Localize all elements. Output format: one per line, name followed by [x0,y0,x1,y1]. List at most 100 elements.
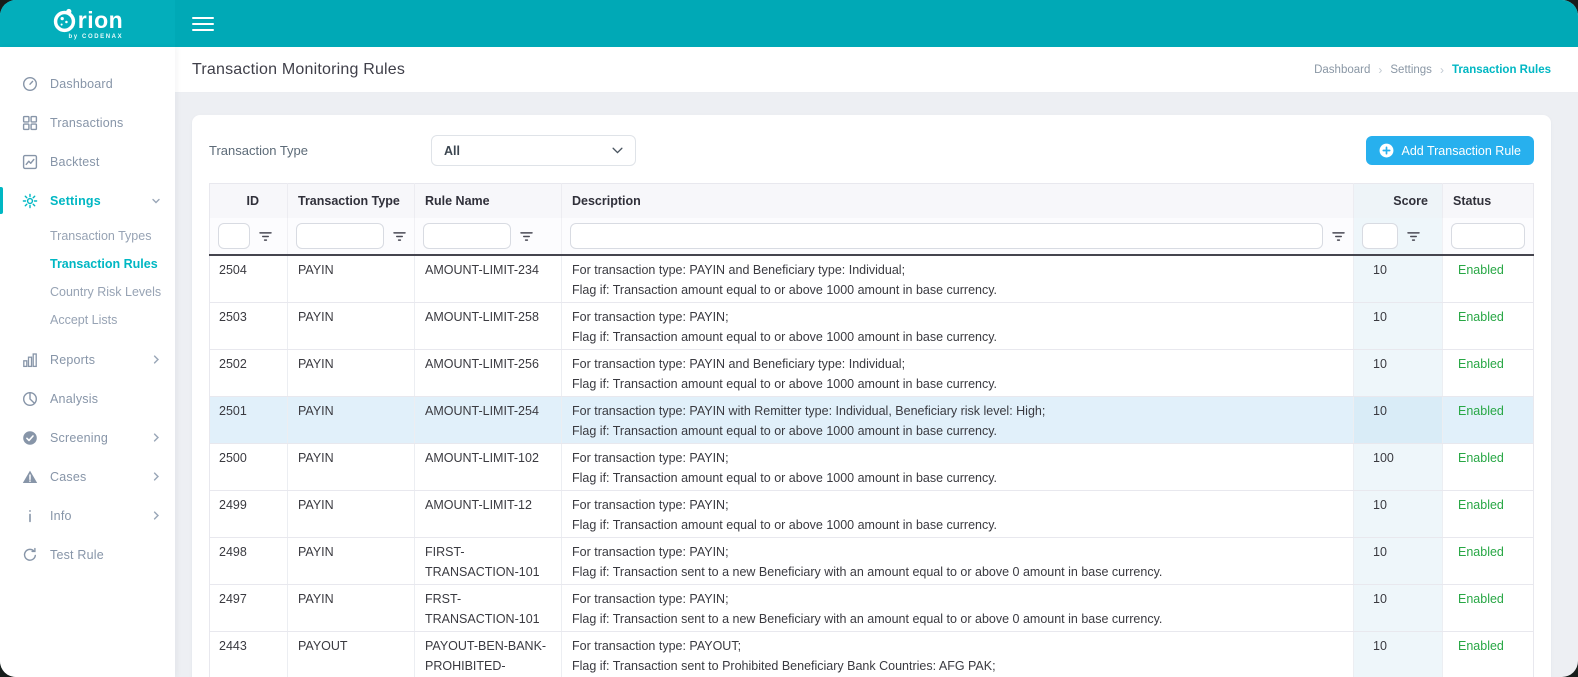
sidebar-item-accept-lists[interactable]: Accept Lists [0,306,175,334]
table-row[interactable]: 2443 PAYOUT PAYOUT-BEN-BANK-PROHIBITED- … [210,632,1534,677]
brand-logo[interactable]: rion by CODENAX [0,0,175,47]
main-area: Transaction Monitoring Rules Dashboard ›… [175,47,1578,677]
column-header-rule-name[interactable]: Rule Name [415,184,562,219]
column-header-transaction-type[interactable]: Transaction Type [288,184,415,219]
table-row[interactable]: 2503 PAYIN AMOUNT-LIMIT-258 For transact… [210,303,1534,350]
brand-name: rion [78,9,123,31]
chevron-down-icon [612,147,623,154]
table-row[interactable]: 2498 PAYIN FIRST-TRANSACTION-101 For tra… [210,538,1534,585]
rule-name-filter-input[interactable] [423,223,511,249]
description-line-2: Flag if: Transaction sent to a new Benef… [572,562,1343,582]
filter-icon[interactable] [1407,231,1420,242]
sidebar-item-transaction-types[interactable]: Transaction Types [0,222,175,250]
transaction-type-filter-input[interactable] [296,223,384,249]
cell-transaction-type: PAYIN [288,350,415,397]
breadcrumb-separator: › [1440,63,1444,77]
column-header-status[interactable]: Status [1443,184,1534,219]
description-line-2: Flag if: Transaction amount equal to or … [572,421,1343,441]
sidebar-item-transaction-rules[interactable]: Transaction Rules [0,250,175,278]
chevron-right-icon [152,511,161,520]
status-badge: Enabled [1443,350,1534,397]
column-header-id[interactable]: ID [210,184,288,219]
breadcrumb-current: Transaction Rules [1452,64,1551,76]
status-badge: Enabled [1443,303,1534,350]
description-line-2: Flag if: Transaction amount equal to or … [572,515,1343,535]
cell-id: 2443 [210,632,288,677]
sidebar-item-dashboard[interactable]: Dashboard [0,64,175,103]
sidebar-item-reports[interactable]: Reports [0,340,175,379]
sidebar-item-screening[interactable]: Screening [0,418,175,457]
status-badge: Enabled [1443,491,1534,538]
status-badge: Enabled [1443,255,1534,303]
filter-icon[interactable] [393,231,406,242]
cell-score: 10 [1354,303,1443,350]
description-line-1: For transaction type: PAYOUT; [572,636,1343,656]
table-row[interactable]: 2502 PAYIN AMOUNT-LIMIT-256 For transact… [210,350,1534,397]
table-row[interactable]: 2504 PAYIN AMOUNT-LIMIT-234 For transact… [210,255,1534,303]
sidebar-item-cases[interactable]: Cases [0,457,175,496]
cell-transaction-type: PAYOUT [288,632,415,677]
cell-transaction-type: PAYIN [288,491,415,538]
cell-score: 10 [1354,491,1443,538]
table-row[interactable]: 2501 PAYIN AMOUNT-LIMIT-254 For transact… [210,397,1534,444]
chevron-down-icon [151,196,161,206]
description-line-2: Flag if: Transaction amount equal to or … [572,468,1343,488]
description-line-1: For transaction type: PAYIN and Benefici… [572,260,1343,280]
column-header-description[interactable]: Description [562,184,1354,219]
status-filter-input[interactable] [1451,223,1525,249]
cell-description: For transaction type: PAYIN and Benefici… [562,350,1354,397]
table-header-row: ID Transaction Type Rule Name Descriptio… [210,184,1534,219]
description-line-1: For transaction type: PAYIN; [572,495,1343,515]
sidebar: Dashboard Transactions Backtest Settings [0,47,175,677]
menu-toggle-icon[interactable] [192,13,214,35]
cell-transaction-type: PAYIN [288,585,415,632]
warning-triangle-icon [21,468,38,485]
add-transaction-rule-button[interactable]: Add Transaction Rule [1366,136,1534,165]
column-header-score[interactable]: Score [1354,184,1443,219]
score-filter-input[interactable] [1362,223,1398,249]
sidebar-item-transactions[interactable]: Transactions [0,103,175,142]
cell-id: 2501 [210,397,288,444]
description-line-1: For transaction type: PAYIN with Remitte… [572,401,1343,421]
transaction-type-select[interactable]: All [431,135,636,166]
filter-icon[interactable] [259,231,272,242]
description-line-1: For transaction type: PAYIN; [572,542,1343,562]
cell-score: 100 [1354,444,1443,491]
info-icon [21,507,38,524]
sidebar-item-country-risk-levels[interactable]: Country Risk Levels [0,278,175,306]
cell-score: 10 [1354,538,1443,585]
select-value: All [444,144,460,158]
table-row[interactable]: 2497 PAYIN FRST-TRANSACTION-101 For tran… [210,585,1534,632]
cell-description: For transaction type: PAYIN; Flag if: Tr… [562,303,1354,350]
cell-rule-name: FRST-TRANSACTION-101 [415,585,562,632]
cell-description: For transaction type: PAYIN; Flag if: Tr… [562,538,1354,585]
sidebar-item-backtest[interactable]: Backtest [0,142,175,181]
sidebar-item-settings[interactable]: Settings [0,181,175,220]
description-line-1: For transaction type: PAYIN; [572,448,1343,468]
id-filter-input[interactable] [218,223,250,249]
cell-transaction-type: PAYIN [288,444,415,491]
table-row[interactable]: 2499 PAYIN AMOUNT-LIMIT-12 For transacti… [210,491,1534,538]
sidebar-item-analysis[interactable]: Analysis [0,379,175,418]
cell-description: For transaction type: PAYIN; Flag if: Tr… [562,444,1354,491]
transaction-type-label: Transaction Type [209,143,431,158]
table-row[interactable]: 2500 PAYIN AMOUNT-LIMIT-102 For transact… [210,444,1534,491]
description-line-2: Flag if: Transaction amount equal to or … [572,374,1343,394]
breadcrumb-settings[interactable]: Settings [1390,64,1432,76]
description-line-2: Flag if: Transaction amount equal to or … [572,327,1343,347]
filter-icon[interactable] [520,231,533,242]
sidebar-item-test-rule[interactable]: Test Rule [0,535,175,574]
toolbar: Transaction Type All Add Transaction Rul… [209,135,1534,166]
breadcrumb-dashboard[interactable]: Dashboard [1314,64,1370,76]
cell-description: For transaction type: PAYIN with Remitte… [562,397,1354,444]
status-badge: Enabled [1443,397,1534,444]
cell-transaction-type: PAYIN [288,397,415,444]
cell-id: 2503 [210,303,288,350]
page-title: Transaction Monitoring Rules [192,61,405,79]
cell-transaction-type: PAYIN [288,538,415,585]
cell-rule-name: PAYOUT-BEN-BANK-PROHIBITED- [415,632,562,677]
status-badge: Enabled [1443,585,1534,632]
description-filter-input[interactable] [570,223,1323,249]
sidebar-item-info[interactable]: Info [0,496,175,535]
filter-icon[interactable] [1332,231,1345,242]
